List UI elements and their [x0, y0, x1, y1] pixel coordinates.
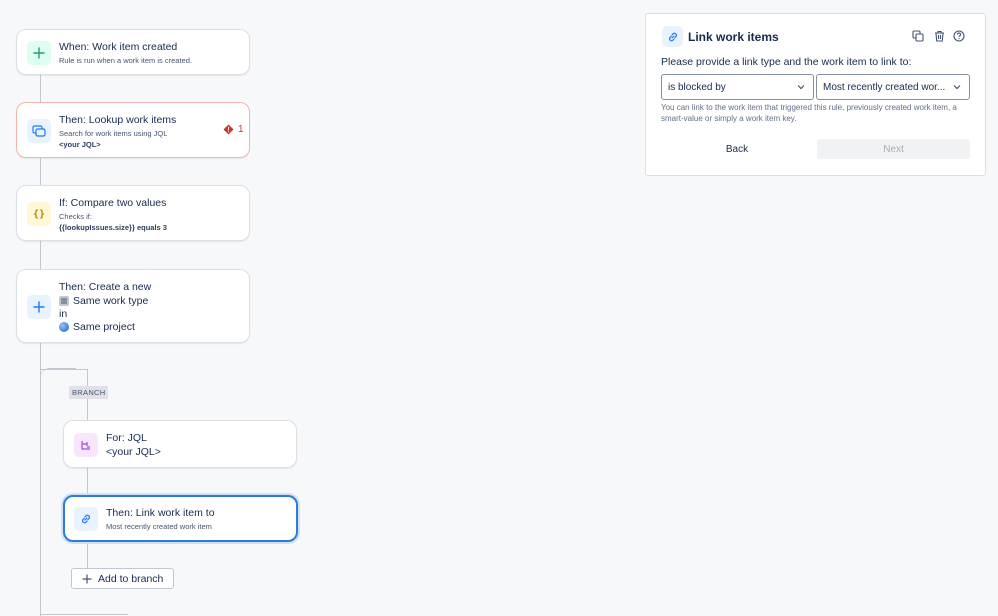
create-card[interactable]: Then: Create a new Same work type in Sam… — [16, 269, 250, 343]
connector-line — [87, 542, 88, 568]
condition-card[interactable]: {} If: Compare two values Checks if: {{l… — [16, 185, 250, 241]
link-type-value: is blocked by — [668, 81, 726, 93]
next-button[interactable]: Next — [817, 139, 970, 159]
connector-line — [40, 75, 41, 102]
error-count: 1 — [238, 124, 244, 135]
condition-subtitle: Checks if: — [59, 212, 92, 221]
create-title: Then: Create a new — [59, 281, 152, 293]
help-icon[interactable] — [952, 29, 966, 43]
work-type-value: Same work type — [59, 295, 148, 307]
help-text: You can link to the work item that trigg… — [661, 103, 957, 123]
plus-icon — [27, 41, 51, 65]
lookup-subtitle: Search for work items using JQL — [59, 129, 168, 138]
plus-icon — [82, 574, 92, 583]
braces-icon: {} — [27, 202, 51, 226]
target-work-item-value: Most recently created wor... — [823, 81, 946, 93]
link-icon — [662, 26, 683, 47]
branch-label: BRANCH — [69, 386, 109, 399]
work-type-icon — [59, 296, 69, 306]
connector-line — [87, 468, 88, 495]
target-work-item-select[interactable]: Most recently created wor... — [816, 74, 970, 100]
plus-icon — [27, 295, 51, 319]
branch-card[interactable]: For: JQL <your JQL> — [63, 420, 297, 468]
chevron-down-icon — [797, 85, 805, 90]
lookup-card[interactable]: Then: Lookup work items Search for work … — [16, 102, 250, 158]
error-icon — [223, 124, 234, 135]
connector-line — [40, 158, 41, 185]
link-type-select[interactable]: is blocked by — [661, 74, 814, 100]
add-to-branch-button[interactable]: Add to branch — [71, 568, 175, 589]
branch-icon — [74, 433, 98, 457]
duplicate-icon[interactable] — [911, 29, 925, 43]
panel-prompt: Please provide a link type and the work … — [661, 56, 912, 68]
connector-line — [40, 241, 41, 269]
lookup-title: Then: Lookup work items — [59, 114, 177, 126]
trigger-title: When: Work item created — [59, 41, 178, 53]
link-action-subtitle: Most recently created work item — [106, 522, 212, 531]
lookup-icon — [27, 119, 51, 143]
chevron-down-icon — [953, 85, 961, 90]
link-work-items-panel: Link work items Please provide a link ty… — [645, 13, 986, 176]
link-icon — [74, 507, 98, 531]
delete-icon[interactable] — [932, 29, 946, 43]
trigger-card[interactable]: When: Work item created Rule is run when… — [16, 29, 250, 75]
trigger-subtitle: Rule is run when a work item is created. — [59, 56, 192, 65]
back-button[interactable]: Back — [661, 139, 813, 159]
branch-connector — [40, 369, 88, 370]
connector-line — [40, 614, 128, 615]
condition-title: If: Compare two values — [59, 197, 167, 209]
panel-title: Link work items — [688, 30, 779, 44]
link-action-title: Then: Link work item to — [106, 507, 215, 519]
globe-icon — [59, 322, 69, 332]
branch-query: <your JQL> — [106, 446, 161, 458]
project-value: Same project — [59, 321, 135, 333]
branch-title: For: JQL — [106, 432, 147, 444]
error-indicator[interactable]: 1 — [223, 124, 244, 135]
create-connector-text: in — [59, 308, 68, 320]
lookup-query: <your JQL> — [59, 140, 101, 149]
condition-expression: {{lookupIssues.size}} equals 3 — [59, 223, 167, 232]
link-action-card[interactable]: Then: Link work item to Most recently cr… — [63, 495, 298, 542]
add-to-branch-label: Add to branch — [98, 572, 164, 585]
